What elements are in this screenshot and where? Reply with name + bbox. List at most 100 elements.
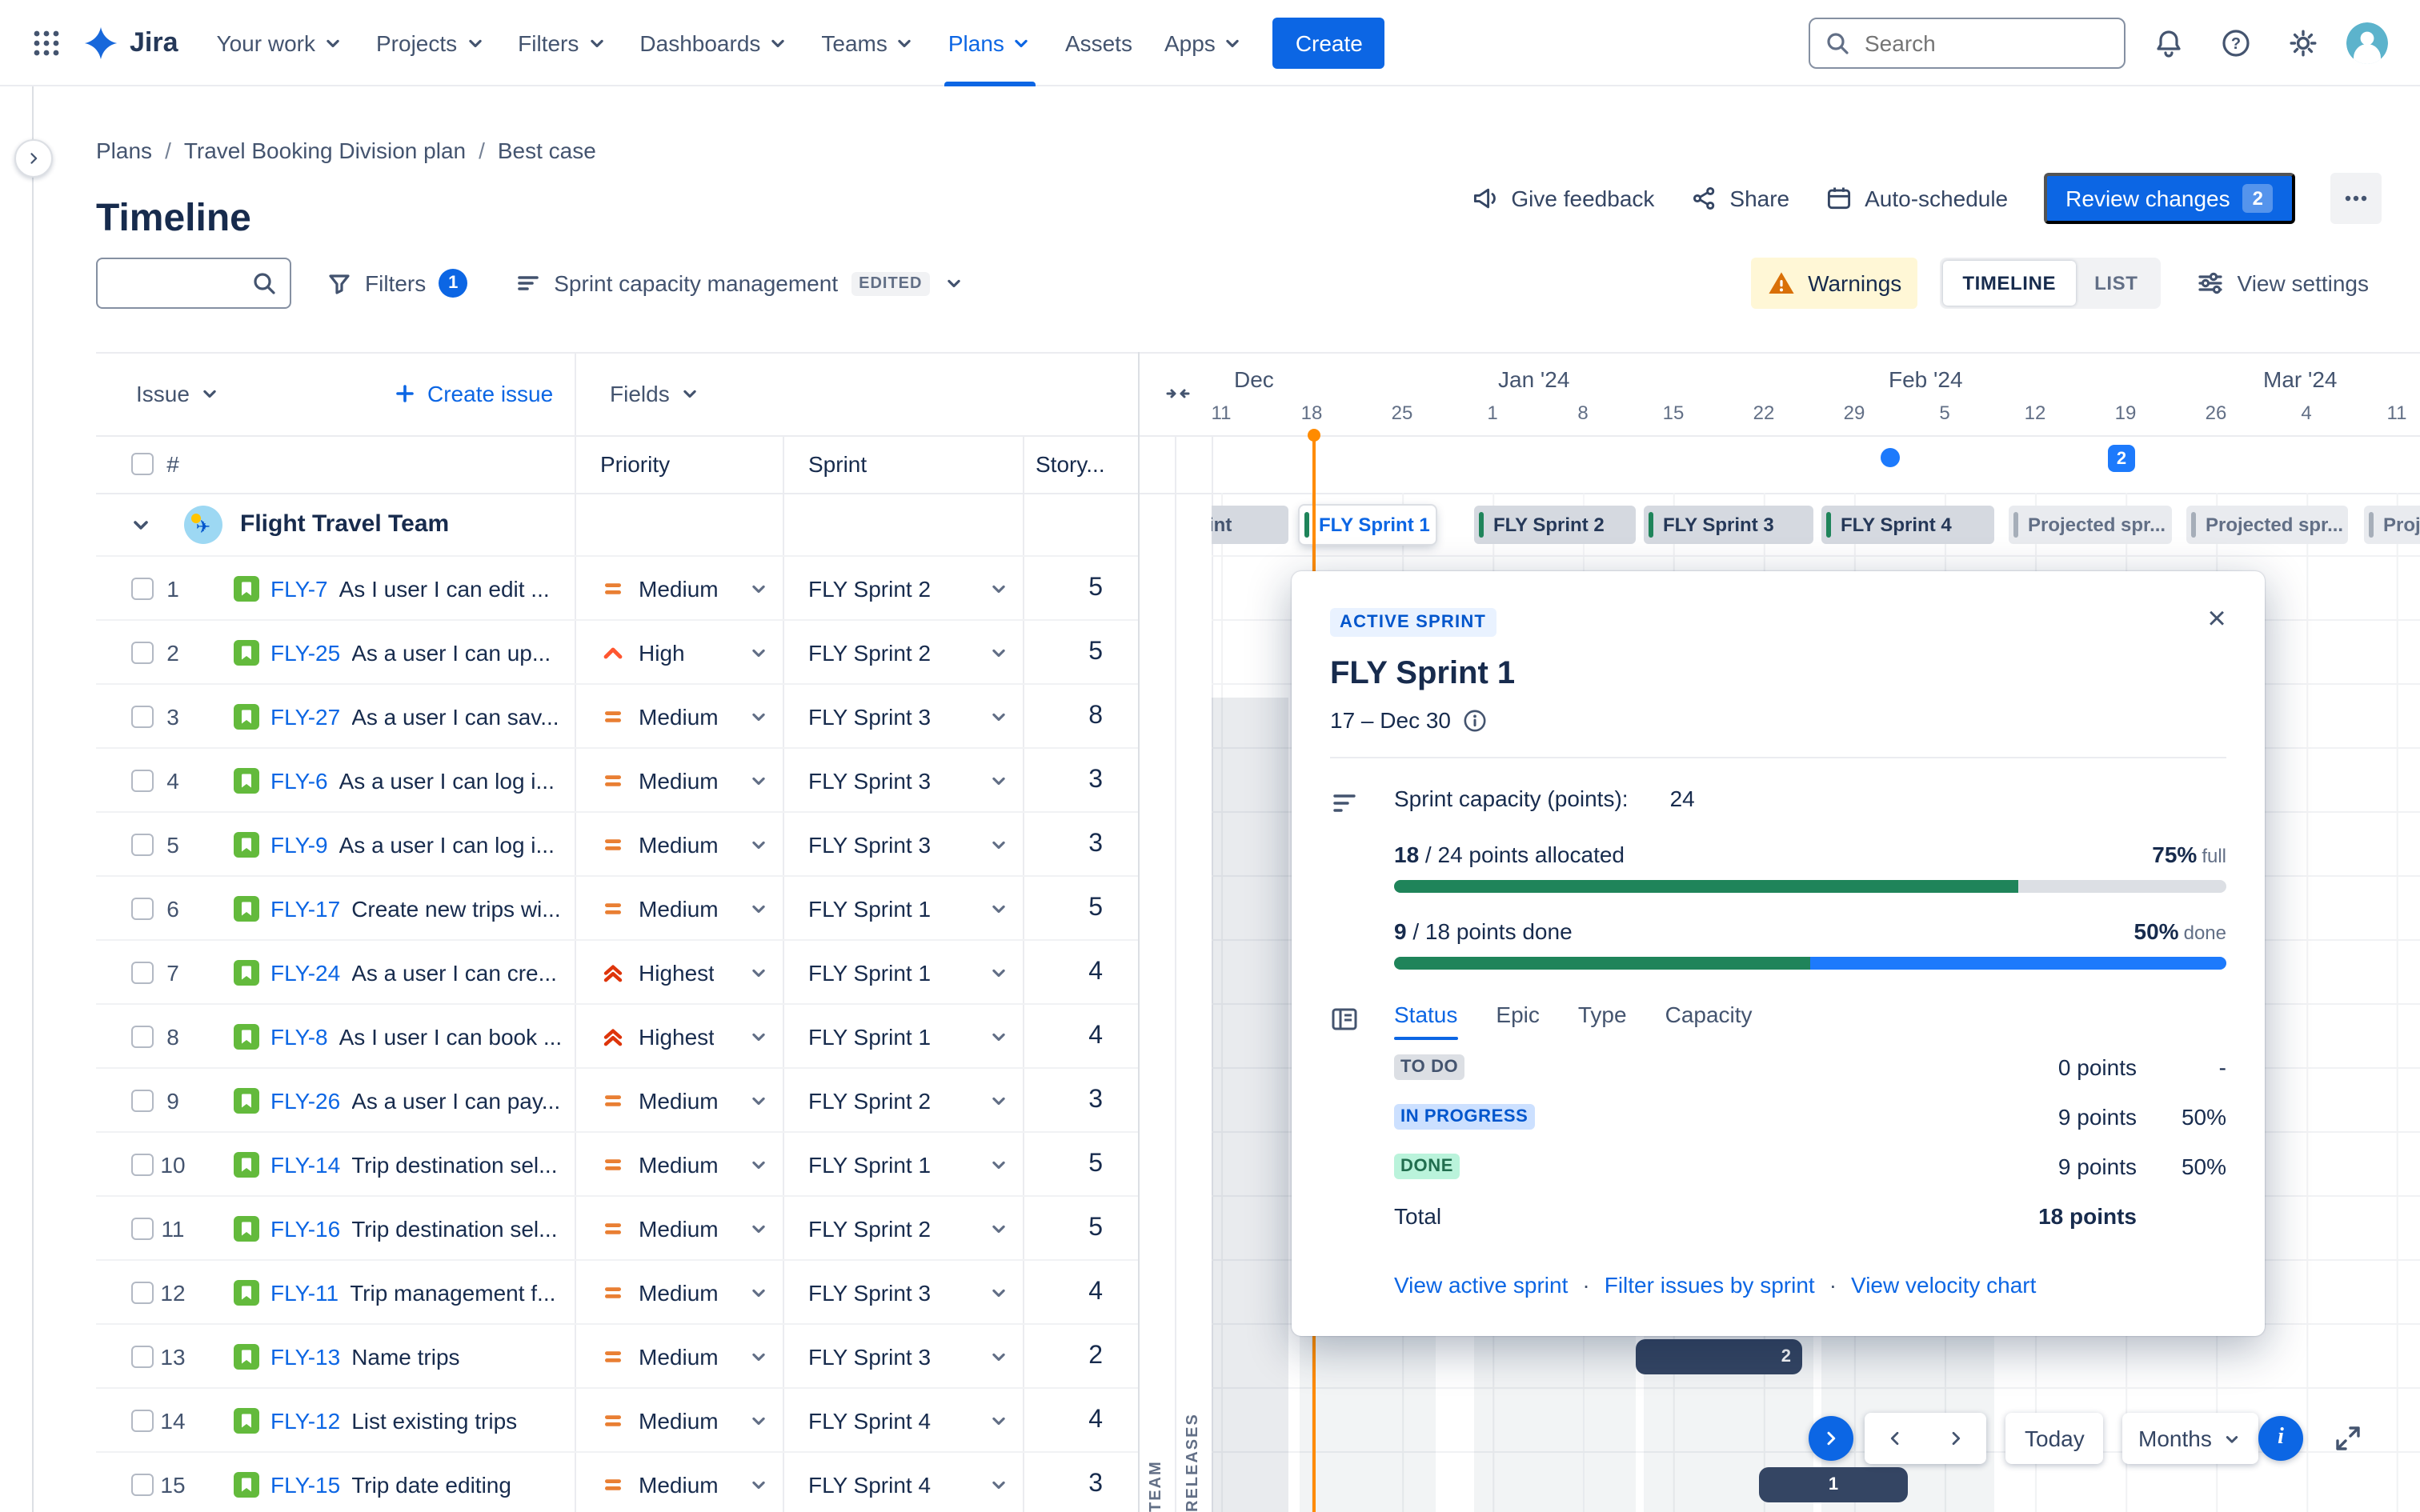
create-issue-button[interactable]: Create issue [394, 381, 553, 406]
tab-status[interactable]: Status [1394, 1002, 1457, 1040]
sprint-select[interactable]: FLY Sprint 1 [783, 1151, 1023, 1177]
priority-select[interactable]: Medium [575, 1215, 783, 1241]
story-points-value[interactable]: 3 [1023, 830, 1138, 858]
nav-item-apps[interactable]: Apps [1148, 0, 1260, 86]
story-points-value[interactable]: 5 [1023, 1214, 1138, 1242]
sprint-select[interactable]: FLY Sprint 2 [783, 1087, 1023, 1113]
chevron-down-icon[interactable] [128, 511, 154, 537]
story-points-value[interactable]: 5 [1023, 638, 1138, 666]
story-points-value[interactable]: 3 [1023, 1086, 1138, 1114]
sprint-bar-projected-spr-[interactable]: Projected spr... [2009, 506, 2172, 544]
row-checkbox[interactable] [131, 577, 154, 599]
story-points-value[interactable]: 4 [1023, 1406, 1138, 1434]
today-button[interactable]: Today [2005, 1413, 2104, 1464]
sprint-bar-fly-sprint-3[interactable]: FLY Sprint 3 [1644, 506, 1813, 544]
issue-key-link[interactable]: FLY-17 [270, 895, 340, 921]
share-button[interactable]: Share [1689, 184, 1789, 213]
milestone-dot[interactable] [1881, 448, 1900, 467]
breadcrumb-plan-name[interactable]: Travel Booking Division plan [184, 138, 466, 163]
story-points-value[interactable]: 8 [1023, 702, 1138, 730]
nav-item-assets[interactable]: Assets [1049, 0, 1148, 86]
issue-key-link[interactable]: FLY-24 [270, 959, 340, 985]
story-points-value[interactable]: 3 [1023, 1470, 1138, 1498]
plan-search-field[interactable] [96, 258, 291, 309]
fields-menu[interactable]: Fields [610, 381, 702, 406]
warnings-button[interactable]: Warnings [1750, 258, 1918, 309]
review-changes-button[interactable]: Review changes 2 [2043, 173, 2295, 224]
create-button[interactable]: Create [1272, 17, 1385, 68]
story-points-value[interactable]: 4 [1023, 958, 1138, 986]
link-view-velocity-chart[interactable]: View velocity chart [1851, 1272, 2036, 1298]
nav-item-plans[interactable]: Plans [932, 0, 1049, 86]
priority-select[interactable]: Medium [575, 1471, 783, 1497]
sprint-select[interactable]: FLY Sprint 4 [783, 1471, 1023, 1497]
sprint-select[interactable]: FLY Sprint 3 [783, 831, 1023, 857]
select-all-checkbox[interactable] [131, 453, 154, 475]
issue-key-link[interactable]: FLY-12 [270, 1407, 340, 1433]
issue-key-link[interactable]: FLY-8 [270, 1023, 328, 1049]
sprint-select[interactable]: FLY Sprint 3 [783, 703, 1023, 729]
settings-gear-icon[interactable] [2279, 18, 2327, 66]
priority-select[interactable]: Medium [575, 1279, 783, 1305]
row-checkbox[interactable] [131, 1217, 154, 1239]
sprint-bar-int[interactable]: int [1212, 506, 1288, 544]
issue-key-link[interactable]: FLY-25 [270, 639, 340, 665]
expand-panel-button[interactable] [1809, 1416, 1853, 1461]
column-header-priority[interactable]: Priority [575, 451, 783, 477]
priority-select[interactable]: Medium [575, 575, 783, 601]
row-checkbox[interactable] [131, 1025, 154, 1047]
link-view-active-sprint[interactable]: View active sprint [1394, 1272, 1568, 1298]
story-points-value[interactable]: 5 [1023, 1150, 1138, 1178]
story-points-value[interactable]: 5 [1023, 894, 1138, 922]
nav-item-projects[interactable]: Projects [360, 0, 502, 86]
row-checkbox[interactable] [131, 961, 154, 983]
priority-select[interactable]: Medium [575, 831, 783, 857]
sprint-select[interactable]: FLY Sprint 4 [783, 1407, 1023, 1433]
row-checkbox[interactable] [131, 1153, 154, 1175]
search-input[interactable] [1861, 28, 2111, 57]
column-header-story-points[interactable]: Story... [1023, 451, 1138, 477]
column-header-sprint[interactable]: Sprint [783, 451, 1023, 477]
global-search[interactable] [1809, 17, 2126, 68]
close-icon[interactable]: × [2194, 597, 2239, 642]
sprint-bar-fly-sprint-4[interactable]: FLY Sprint 4 [1821, 506, 1994, 544]
fullscreen-icon[interactable] [2326, 1416, 2370, 1461]
row-checkbox[interactable] [131, 1345, 154, 1367]
story-points-value[interactable]: 4 [1023, 1022, 1138, 1050]
app-switcher-icon[interactable] [22, 18, 70, 66]
tab-capacity[interactable]: Capacity [1665, 1002, 1753, 1027]
jira-logo[interactable]: Jira [83, 25, 178, 60]
collapse-fields-icon[interactable] [1162, 378, 1194, 410]
sprint-select[interactable]: FLY Sprint 2 [783, 1215, 1023, 1241]
row-checkbox[interactable] [131, 1409, 154, 1431]
notifications-icon[interactable] [2145, 18, 2193, 66]
row-checkbox[interactable] [131, 1089, 154, 1111]
milestone-count-badge[interactable]: 2 [2108, 445, 2135, 472]
filters-button[interactable]: Filters 1 [314, 258, 480, 309]
issue-column-menu[interactable]: Issue [96, 381, 222, 406]
priority-select[interactable]: Medium [575, 895, 783, 921]
sprint-select[interactable]: FLY Sprint 3 [783, 1343, 1023, 1369]
breadcrumb-plans[interactable]: Plans [96, 138, 152, 163]
info-button[interactable]: i [2258, 1416, 2303, 1461]
more-actions-button[interactable] [2330, 173, 2382, 224]
breadcrumb-scenario[interactable]: Best case [498, 138, 596, 163]
sprint-select[interactable]: FLY Sprint 1 [783, 1023, 1023, 1049]
sprint-bar-projected-spr-[interactable]: Projected spr... [2186, 506, 2348, 544]
issue-key-link[interactable]: FLY-13 [270, 1343, 340, 1369]
scroll-left-button[interactable] [1865, 1413, 1925, 1464]
issue-key-link[interactable]: FLY-26 [270, 1087, 340, 1113]
sprint-select[interactable]: FLY Sprint 2 [783, 575, 1023, 601]
expand-sidebar-button[interactable] [14, 139, 53, 178]
row-checkbox[interactable] [131, 705, 154, 727]
user-avatar[interactable] [2346, 22, 2388, 63]
team-strip[interactable]: TEAM [1138, 435, 1175, 1512]
give-feedback-button[interactable]: Give feedback [1471, 184, 1654, 213]
scroll-right-button[interactable] [1925, 1413, 1986, 1464]
plan-search-input[interactable] [110, 269, 251, 298]
row-checkbox[interactable] [131, 897, 154, 919]
priority-select[interactable]: Medium [575, 1087, 783, 1113]
issue-key-link[interactable]: FLY-6 [270, 767, 328, 793]
sprint-bar-proj-[interactable]: Proj... [2364, 506, 2420, 544]
story-points-value[interactable]: 5 [1023, 574, 1138, 602]
